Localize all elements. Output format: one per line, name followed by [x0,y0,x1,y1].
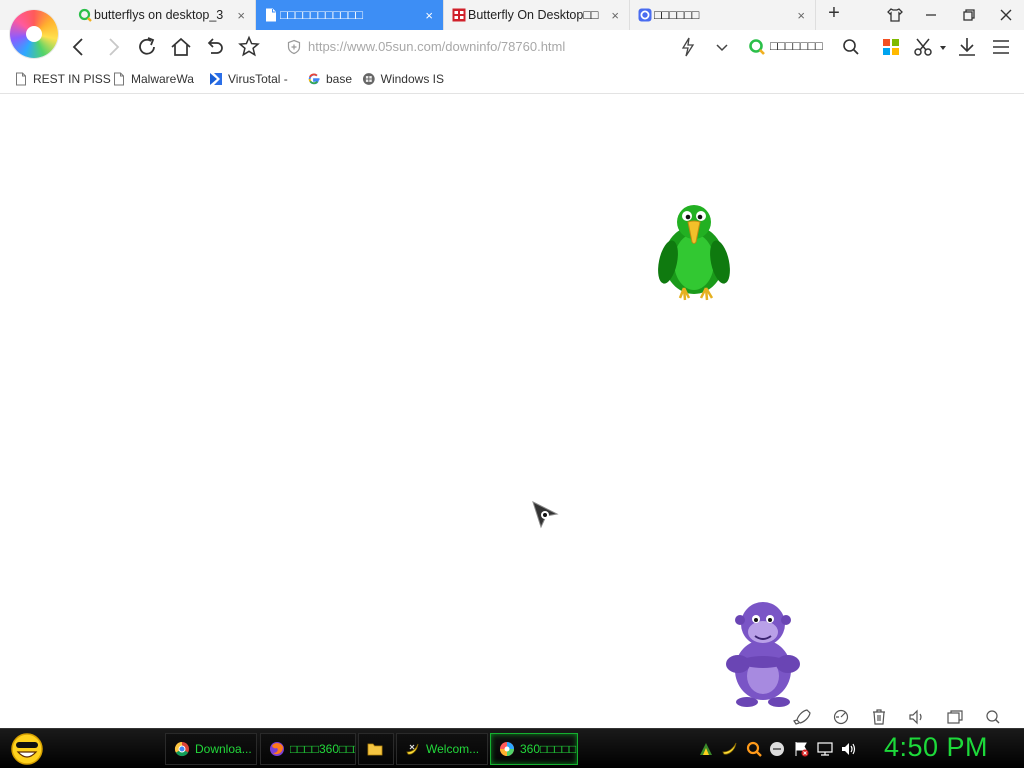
tab-butterfly-on-desktop[interactable]: Butterfly On Desktop□□ × [444,0,630,30]
360-browser-logo[interactable] [10,10,58,58]
bonzi-gorilla-desktop-pet[interactable] [720,598,806,710]
chevron-down-icon[interactable] [709,34,735,60]
tab-close-button[interactable]: × [425,8,433,23]
page-content [0,95,1024,728]
parrot-desktop-pet[interactable] [652,200,736,306]
address-bar[interactable]: https://www.05sun.com/downinfo/78760.htm… [280,34,740,60]
trash-clear-icon[interactable] [869,708,889,726]
forward-icon[interactable] [100,34,126,60]
taskbar: Downloa... □□□□360□□□... Welcom... 360□□… [0,728,1024,768]
favorite-star-icon[interactable] [236,34,262,60]
bookmark-label: MalwareWa [131,72,194,86]
tab-label: butterflys on desktop_3 [94,8,224,22]
security-shield-icon[interactable] [286,39,302,55]
tab-label: Butterfly On Desktop□□ [468,8,599,22]
bookmark-label: Windows IS [380,72,444,86]
tab-close-button[interactable]: × [797,8,805,23]
bookmark-label: base [326,72,353,86]
tab-360-home[interactable]: □□□□□□ × [630,0,816,30]
bonzi-banana-icon [406,743,419,755]
taskbar-item-label: Downloa... [195,742,252,756]
tray-banana-icon[interactable] [721,740,739,758]
tab-label: □□□□□□□□□□□ [280,8,364,22]
page-icon [114,72,124,86]
site-favicon-red [452,8,466,22]
taskbar-item-firefox[interactable]: □□□□360□□□... [260,733,356,765]
lightning-mode-icon[interactable] [675,34,701,60]
window-restore-icon[interactable] [945,708,965,726]
google-icon [308,73,320,85]
undo-close-tab-icon[interactable] [202,34,228,60]
tray-action-center-flag-icon[interactable] [792,740,810,758]
360-search-icon[interactable] [748,38,766,56]
download-icon[interactable] [954,34,980,60]
bookmark-label: VirusTotal - [228,72,288,86]
page-icon [266,8,276,22]
taskbar-item-label: □□□□360□□□... [290,742,355,756]
bookmark-virustotal[interactable]: VirusTotal - [209,71,288,87]
url-text[interactable]: https://www.05sun.com/downinfo/78760.htm… [308,39,565,54]
zoom-search-icon[interactable] [983,708,1003,726]
page-icon [16,72,26,86]
dropdown-arrow-icon[interactable] [938,44,948,52]
tray-volume-icon[interactable] [840,740,858,758]
tab-butterflys-search[interactable]: butterflys on desktop_3 × [70,0,256,30]
firefox-icon [270,742,284,756]
tab-label: □□□□□□ [654,8,700,22]
skin-shirt-icon[interactable] [884,4,906,26]
tray-search-icon[interactable] [745,740,763,758]
windows-icon [362,73,375,85]
taskbar-item-label: Welcom... [426,742,480,756]
bookmark-base[interactable]: base [307,71,352,87]
sound-volume-icon[interactable] [907,708,927,726]
mouse-pointer-icon [532,501,559,529]
tab-active-page[interactable]: □□□□□□□□□□□ × [256,0,444,30]
taskbar-item-folder[interactable] [358,733,394,765]
tray-network-icon[interactable] [816,740,834,758]
tray-bonzi-icon[interactable] [697,740,715,758]
bookmark-malwarewatch[interactable]: MalwareWa [112,71,196,87]
bookmarks-bar: REST IN PISS MalwareWa VirusTotal - base… [0,64,1024,94]
start-smiley-icon[interactable] [8,732,46,766]
tab-strip: butterflys on desktop_3 × □□□□□□□□□□□ × … [0,0,1024,30]
taskbar-item-label: 360□□□□□ [520,742,577,756]
minimize-icon[interactable] [920,4,942,26]
taskbar-item-downloads[interactable]: Downloa... [165,733,257,765]
accelerate-icon[interactable] [831,708,851,726]
search-engine-label[interactable]: □□□□□□□ [770,39,823,53]
folder-icon [367,743,383,756]
apps-grid-icon[interactable] [878,34,904,60]
chrome-icon [174,741,189,757]
taskbar-item-welcome[interactable]: Welcom... [396,733,488,765]
tab-close-button[interactable]: × [611,8,619,23]
back-icon[interactable] [66,34,92,60]
navigation-bar: https://www.05sun.com/downinfo/78760.htm… [0,30,1024,64]
bookmark-label: REST IN PISS [33,72,111,86]
bookmark-windows-is[interactable]: Windows IS [362,71,444,87]
close-window-icon[interactable] [995,4,1017,26]
bookmark-rest-in-piss[interactable]: REST IN PISS [14,71,111,87]
scissors-screenshot-icon[interactable] [910,34,936,60]
tray-360-icon[interactable] [768,740,786,758]
home-icon[interactable] [168,34,194,60]
menu-icon[interactable] [988,34,1014,60]
360-browser-icon [638,8,652,22]
search-icon[interactable] [838,34,864,60]
tab-close-button[interactable]: × [237,8,245,23]
rocket-speedup-icon[interactable] [792,708,812,726]
360-browser-icon [500,742,514,756]
360-search-icon [78,8,92,22]
virustotal-icon [210,73,222,85]
taskbar-item-360-browser[interactable]: 360□□□□□ [490,733,578,765]
restore-icon[interactable] [958,4,980,26]
reload-icon[interactable] [134,34,160,60]
clock[interactable]: 4:50 PM [884,732,988,763]
new-tab-button[interactable]: + [823,2,845,24]
